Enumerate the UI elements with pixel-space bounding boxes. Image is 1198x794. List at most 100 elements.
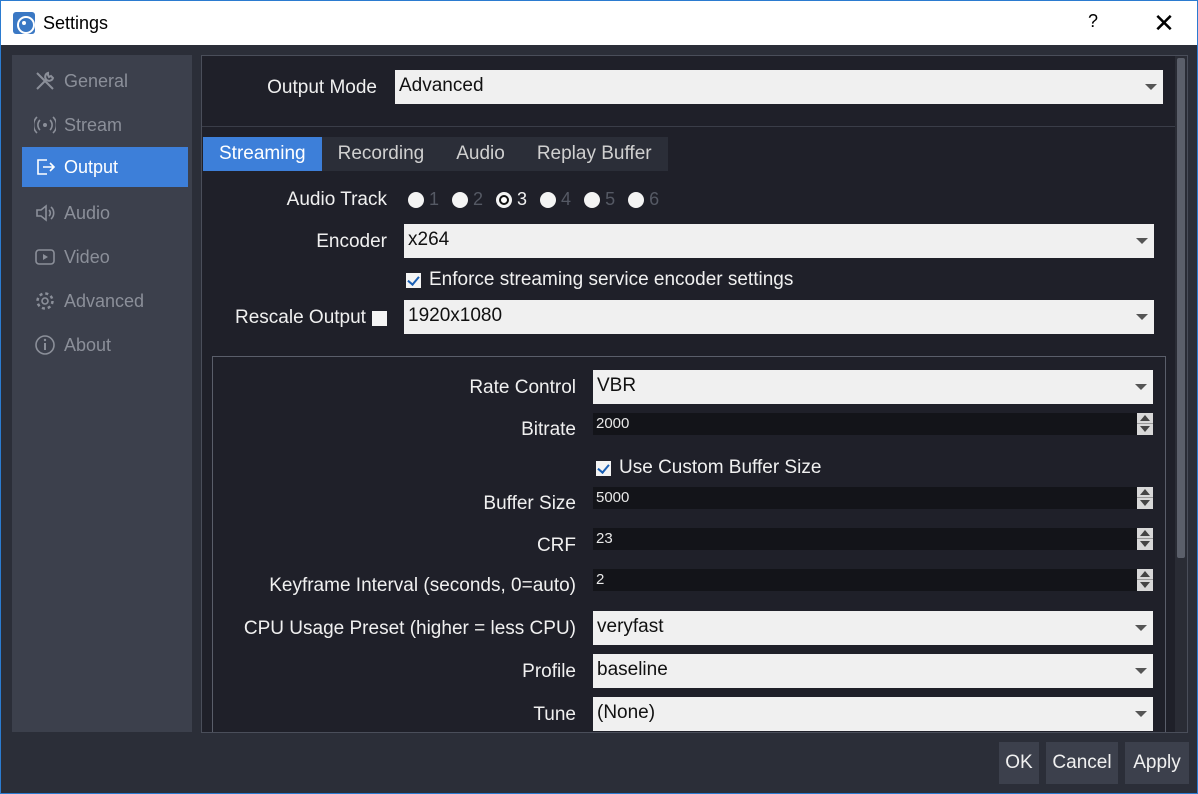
arrow-down-icon — [1140, 541, 1150, 547]
tab-replay-buffer[interactable]: Replay Buffer — [521, 137, 668, 171]
vertical-scrollbar[interactable] — [1175, 56, 1187, 732]
custom-buffer-checkbox[interactable]: Use Custom Buffer Size — [596, 457, 821, 479]
sidebar-item-label: Advanced — [64, 290, 145, 311]
output-icon — [34, 156, 56, 178]
audio-track-label: Audio Track — [286, 189, 387, 210]
rate-control-value: VBR — [597, 375, 637, 396]
audio-track-radio-group: 1 2 3 4 5 6 — [408, 189, 672, 210]
tune-select[interactable]: (None) — [593, 697, 1153, 731]
sidebar-item-video[interactable]: Video — [22, 237, 188, 277]
tab-streaming[interactable]: Streaming — [203, 137, 322, 171]
spin-buttons[interactable] — [1137, 569, 1153, 591]
sidebar-item-label: General — [64, 70, 129, 91]
output-mode-select[interactable]: Advanced — [395, 70, 1163, 104]
buffer-size-value: 5000 — [596, 489, 630, 506]
broadcast-icon — [34, 114, 56, 136]
buffer-size-label: Buffer Size — [483, 493, 576, 514]
window-title: Settings — [43, 13, 109, 33]
spin-buttons[interactable] — [1137, 413, 1153, 435]
audio-track-radio-2[interactable]: 2 — [452, 189, 483, 210]
profile-select[interactable]: baseline — [593, 654, 1153, 688]
output-mode-label: Output Mode — [267, 77, 377, 98]
tune-label: Tune — [533, 704, 576, 725]
tab-recording[interactable]: Recording — [322, 137, 441, 171]
enforce-encoder-settings-checkbox[interactable]: Enforce streaming service encoder settin… — [406, 269, 793, 291]
arrow-down-icon — [1140, 426, 1150, 432]
sidebar-item-output[interactable]: Output — [22, 147, 188, 187]
sidebar-item-about[interactable]: About — [22, 325, 188, 365]
audio-track-radio-5[interactable]: 5 — [584, 189, 615, 210]
crf-spinbox[interactable]: 23 — [593, 528, 1153, 550]
sidebar-item-label: Video — [64, 246, 110, 267]
chevron-down-icon — [1136, 238, 1148, 244]
ok-button[interactable]: OK — [999, 742, 1039, 784]
audio-track-radio-1[interactable]: 1 — [408, 189, 439, 210]
sidebar-item-advanced[interactable]: Advanced — [22, 281, 188, 321]
crf-value: 23 — [596, 530, 613, 547]
rescale-resolution-select[interactable]: 1920x1080 — [404, 300, 1154, 334]
enforce-encoder-settings-label: Enforce streaming service encoder settin… — [429, 269, 794, 290]
checkbox-unchecked-icon — [371, 310, 387, 326]
spin-buttons[interactable] — [1137, 487, 1153, 509]
wrench-icon — [34, 70, 56, 92]
checkbox-checked-icon — [596, 460, 611, 476]
checkbox-checked-icon — [406, 272, 421, 288]
sidebar-item-general[interactable]: General — [22, 61, 188, 101]
spin-buttons[interactable] — [1137, 528, 1153, 550]
profile-label: Profile — [522, 661, 576, 682]
speaker-icon — [34, 202, 56, 224]
cpu-preset-select[interactable]: veryfast — [593, 611, 1153, 645]
obs-logo-icon — [13, 12, 35, 34]
rate-control-select[interactable]: VBR — [593, 370, 1153, 404]
arrow-down-icon — [1140, 582, 1150, 588]
keyframe-interval-spinbox[interactable]: 2 — [593, 569, 1153, 591]
encoder-select[interactable]: x264 — [404, 224, 1154, 258]
rescale-output-label: Rescale Output — [235, 307, 366, 328]
rate-control-label: Rate Control — [469, 377, 576, 398]
chevron-down-icon — [1135, 625, 1147, 631]
sidebar-item-label: Output — [64, 156, 119, 177]
play-icon — [34, 246, 56, 268]
keyframe-interval-value: 2 — [596, 571, 605, 588]
arrow-up-icon — [1140, 571, 1150, 577]
chevron-down-icon — [1135, 384, 1147, 390]
chevron-down-icon — [1145, 84, 1157, 90]
output-settings-panel: Output Mode Advanced Streaming Recording… — [201, 55, 1188, 733]
bitrate-spinbox[interactable]: 2000 — [593, 413, 1153, 435]
arrow-up-icon — [1140, 489, 1150, 495]
cancel-button[interactable]: Cancel — [1046, 742, 1118, 784]
cpu-preset-value: veryfast — [597, 616, 664, 637]
divider — [202, 126, 1177, 127]
sidebar: General Stream Output Audio Video Advanc… — [12, 55, 192, 732]
arrow-down-icon — [1140, 500, 1150, 506]
sidebar-item-label: About — [64, 334, 112, 355]
encoder-label: Encoder — [316, 231, 387, 252]
help-button[interactable]: ? — [1081, 11, 1105, 35]
apply-button[interactable]: Apply — [1125, 742, 1189, 784]
buffer-size-spinbox[interactable]: 5000 — [593, 487, 1153, 509]
output-tabs: Streaming Recording Audio Replay Buffer — [203, 137, 668, 171]
profile-value: baseline — [597, 659, 668, 680]
arrow-up-icon — [1140, 415, 1150, 421]
cpu-preset-label: CPU Usage Preset (higher = less CPU) — [243, 618, 576, 639]
custom-buffer-label: Use Custom Buffer Size — [619, 457, 822, 478]
gear-icon — [34, 290, 56, 312]
tab-audio[interactable]: Audio — [440, 137, 521, 171]
info-icon — [34, 334, 56, 356]
rescale-output-checkbox[interactable]: Rescale Output — [235, 307, 395, 329]
chevron-down-icon — [1135, 668, 1147, 674]
audio-track-radio-4[interactable]: 4 — [540, 189, 571, 210]
scrollbar-thumb[interactable] — [1177, 58, 1185, 558]
sidebar-item-audio[interactable]: Audio — [22, 193, 188, 233]
bitrate-label: Bitrate — [521, 419, 576, 440]
encoder-settings-group: Rate Control VBR Bitrate 2000 Use Custom… — [212, 356, 1166, 732]
bitrate-value: 2000 — [596, 415, 630, 432]
audio-track-radio-3[interactable]: 3 — [496, 189, 527, 210]
title-bar: Settings ? ✕ — [0, 0, 1198, 45]
close-button[interactable]: ✕ — [1149, 7, 1179, 39]
sidebar-item-stream[interactable]: Stream — [22, 105, 188, 145]
tune-value: (None) — [597, 702, 656, 723]
audio-track-radio-6[interactable]: 6 — [628, 189, 659, 210]
settings-window: General Stream Output Audio Video Advanc… — [0, 45, 1198, 794]
arrow-up-icon — [1140, 530, 1150, 536]
